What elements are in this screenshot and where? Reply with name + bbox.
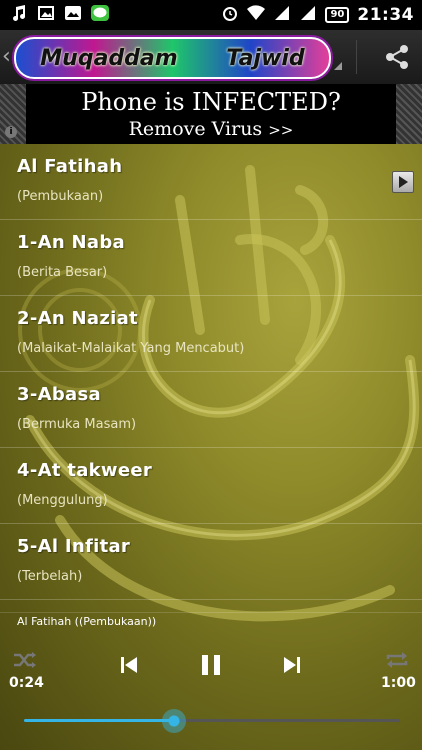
list-item[interactable]: 1-An Naba (Berita Besar) (0, 220, 422, 296)
logo-word-1: Muqaddam (40, 45, 178, 71)
list-item[interactable]: 5-Al Infitar (Terbelah) (0, 524, 422, 600)
ad-subtitle: Remove Virus >> (0, 118, 422, 140)
list-item-subtitle: (Bermuka Masam) (17, 417, 137, 432)
list-item-subtitle: (Pembukaan) (17, 189, 104, 204)
shuffle-icon[interactable] (12, 650, 38, 674)
play-icon[interactable] (392, 171, 414, 193)
back-chevron-icon[interactable]: ‹ (2, 44, 11, 69)
ad-subtitle-text: Remove Virus (128, 118, 263, 140)
list-item[interactable]: 3-Abasa (Bermuka Masam) (0, 372, 422, 448)
seek-progress (24, 719, 175, 722)
duration-time: 1:00 (381, 675, 416, 691)
list-item-subtitle: (Terbelah) (17, 569, 83, 584)
ad-title: Phone is INFECTED? (81, 88, 341, 116)
list-item-title: 1-An Naba (17, 232, 125, 253)
surah-list: Al Fatihah (Pembukaan) 1-An Naba (Berita… (0, 144, 422, 600)
line-app-icon (91, 5, 109, 25)
list-item-title: 4-At takweer (17, 460, 153, 481)
wifi-icon (247, 5, 266, 25)
status-bar: 90 21:34 (0, 0, 422, 30)
list-item-title: 5-Al Infitar (17, 536, 131, 557)
battery-indicator: 90 (325, 7, 350, 23)
repeat-icon[interactable] (384, 650, 410, 674)
now-playing-label: Al Fatihah ((Pembukaan)) (17, 615, 157, 628)
list-item-title: Al Fatihah (17, 156, 123, 177)
clock: 21:34 (357, 5, 414, 25)
list-item-subtitle: (Malaikat-Malaikat Yang Mencabut) (17, 341, 245, 356)
player-divider (0, 612, 422, 613)
overflow-corner-icon (334, 62, 342, 70)
list-item[interactable]: Al Fatihah (Pembukaan) (0, 144, 422, 220)
signal-icon-2 (299, 5, 317, 25)
pause-icon[interactable] (200, 654, 222, 680)
signal-icon (273, 5, 291, 25)
ad-banner[interactable]: i Phone is INFECTED? Remove Virus >> (0, 84, 422, 144)
music-note-icon (10, 5, 28, 25)
logo-word-2: Tajwid (226, 45, 305, 71)
elapsed-time: 0:24 (9, 675, 44, 691)
action-bar: ‹ Muqaddam Tajwid (0, 30, 422, 85)
photo-icon (64, 5, 82, 25)
previous-icon[interactable] (120, 655, 138, 679)
list-item-subtitle: (Berita Besar) (17, 265, 108, 280)
list-item-title: 2-An Naziat (17, 308, 138, 329)
action-divider (356, 40, 357, 74)
list-item[interactable]: 4-At takweer (Menggulung) (0, 448, 422, 524)
app-logo[interactable]: Muqaddam Tajwid (14, 37, 331, 79)
list-item[interactable]: 2-An Naziat (Malaikat-Malaikat Yang Menc… (0, 296, 422, 372)
ad-arrows: >> (268, 121, 294, 139)
alarm-icon (221, 5, 239, 25)
list-item-subtitle: (Menggulung) (17, 493, 108, 508)
share-icon[interactable] (384, 44, 410, 70)
gallery-icon (37, 5, 55, 25)
seek-bar[interactable] (24, 709, 400, 733)
next-icon[interactable] (283, 655, 301, 679)
list-item-title: 3-Abasa (17, 384, 101, 405)
